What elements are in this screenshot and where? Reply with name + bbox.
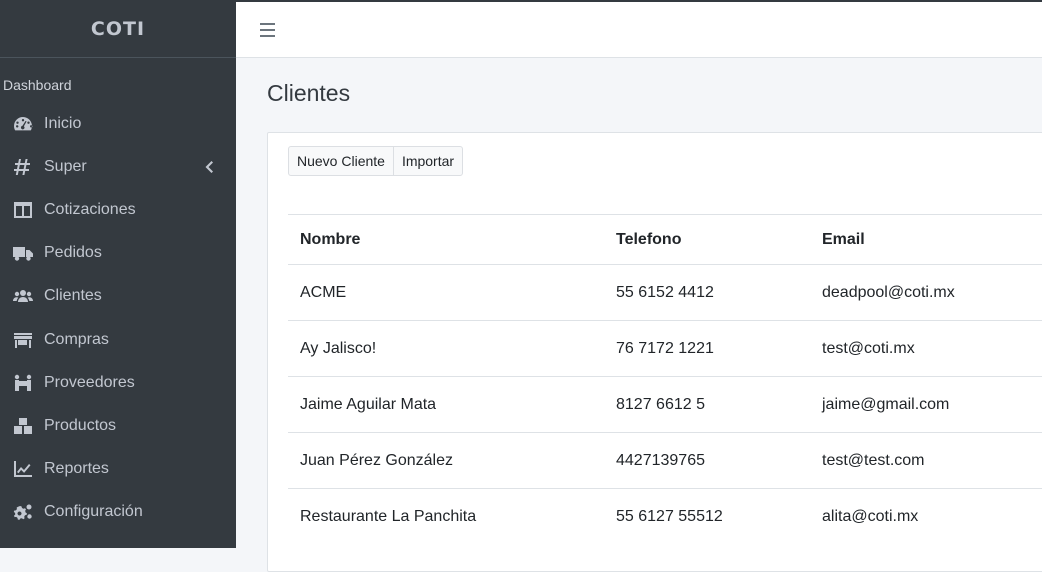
clients-table: Nombre Telefono Email ACME 55 6152 4412 … [288, 214, 1042, 545]
sidebar-item-label: Proveedores [44, 373, 135, 391]
table-row[interactable]: Ay Jalisco! 76 7172 1221 test@coti.mx [288, 320, 1042, 377]
clients-card: Nuevo Cliente Importar Nombre Telefono E… [267, 132, 1042, 572]
page-title: Clientes [267, 80, 351, 106]
brand-link[interactable]: COTI [0, 0, 236, 58]
store-icon [12, 330, 34, 350]
dashboard-icon [12, 114, 34, 134]
table-icon [12, 200, 34, 220]
import-button[interactable]: Importar [392, 146, 464, 176]
sidebar-item-super[interactable]: Super [0, 145, 236, 188]
users-icon [12, 286, 34, 306]
cell-nombre: Jaime Aguilar Mata [288, 376, 604, 433]
cell-nombre: Ay Jalisco! [288, 320, 604, 377]
people-carry-icon [12, 373, 34, 393]
truck-icon [12, 243, 34, 263]
cell-nombre: Restaurante La Panchita [288, 488, 604, 545]
cell-nombre: ACME [288, 264, 604, 321]
sidebar-item-clientes[interactable]: Clientes [0, 275, 236, 318]
hashtag-icon [12, 157, 34, 177]
table-header-row: Nombre Telefono Email [288, 214, 1042, 265]
table-row[interactable]: Restaurante La Panchita 55 6127 55512 al… [288, 488, 1042, 545]
table-row[interactable]: Jaime Aguilar Mata 8127 6612 5 jaime@gma… [288, 376, 1042, 433]
sidebar-item-label: Super [44, 157, 87, 175]
column-header-email[interactable]: Email [810, 214, 1042, 265]
sidebar-item-label: Compras [44, 330, 109, 348]
cell-telefono: 8127 6612 5 [604, 376, 810, 433]
sidebar-item-label: Productos [44, 416, 117, 434]
sidebar-item-label: Reportes [44, 460, 109, 478]
sidebar-item-proveedores[interactable]: Proveedores [0, 361, 236, 404]
sidebar-nav: Inicio Super Cotizaciones Pedidos Client… [0, 102, 236, 534]
sidebar-item-reportes[interactable]: Reportes [0, 448, 236, 491]
sidebar-item-compras[interactable]: Compras [0, 318, 236, 361]
cell-nombre: Juan Pérez González [288, 432, 604, 489]
menu-toggle-icon[interactable] [260, 23, 276, 37]
cogs-icon [12, 502, 34, 522]
sidebar-item-label: Configuración [44, 503, 143, 521]
new-client-button[interactable]: Nuevo Cliente [288, 146, 394, 176]
chevron-left-icon [204, 160, 214, 174]
cell-email: test@coti.mx [810, 320, 1042, 377]
cell-telefono: 4427139765 [604, 432, 810, 489]
toolbar-button-group: Nuevo Cliente Importar [288, 146, 464, 176]
brand-logo: COTI [90, 17, 146, 40]
sidebar-item-label: Clientes [44, 287, 102, 305]
column-header-nombre[interactable]: Nombre [288, 214, 604, 265]
top-navbar [236, 0, 1042, 58]
column-header-telefono[interactable]: Telefono [604, 214, 810, 265]
table-row[interactable]: Juan Pérez González 4427139765 test@test… [288, 432, 1042, 489]
chart-line-icon [12, 459, 34, 479]
sidebar-item-productos[interactable]: Productos [0, 404, 236, 447]
cell-telefono: 76 7172 1221 [604, 320, 810, 377]
cell-telefono: 55 6152 4412 [604, 264, 810, 321]
table-row[interactable]: ACME 55 6152 4412 deadpool@coti.mx [288, 264, 1042, 321]
sidebar-item-cotizaciones[interactable]: Cotizaciones [0, 188, 236, 231]
sidebar-item-pedidos[interactable]: Pedidos [0, 232, 236, 275]
sidebar-item-label: Inicio [44, 114, 82, 132]
cell-telefono: 55 6127 55512 [604, 488, 810, 545]
sidebar-item-label: Pedidos [44, 244, 102, 262]
sidebar-item-configuracion[interactable]: Configuración [0, 491, 236, 534]
cell-email: deadpool@coti.mx [810, 264, 1042, 321]
sidebar-item-label: Cotizaciones [44, 200, 136, 218]
sidebar-item-inicio[interactable]: Inicio [0, 102, 236, 145]
cell-email: test@test.com [810, 432, 1042, 489]
boxes-icon [12, 416, 34, 436]
cell-email: alita@coti.mx [810, 488, 1042, 545]
sidebar: COTI Dashboard Inicio Super Cotizaciones [0, 0, 236, 548]
sidebar-section-header: Dashboard [3, 77, 72, 93]
cell-email: jaime@gmail.com [810, 376, 1042, 433]
